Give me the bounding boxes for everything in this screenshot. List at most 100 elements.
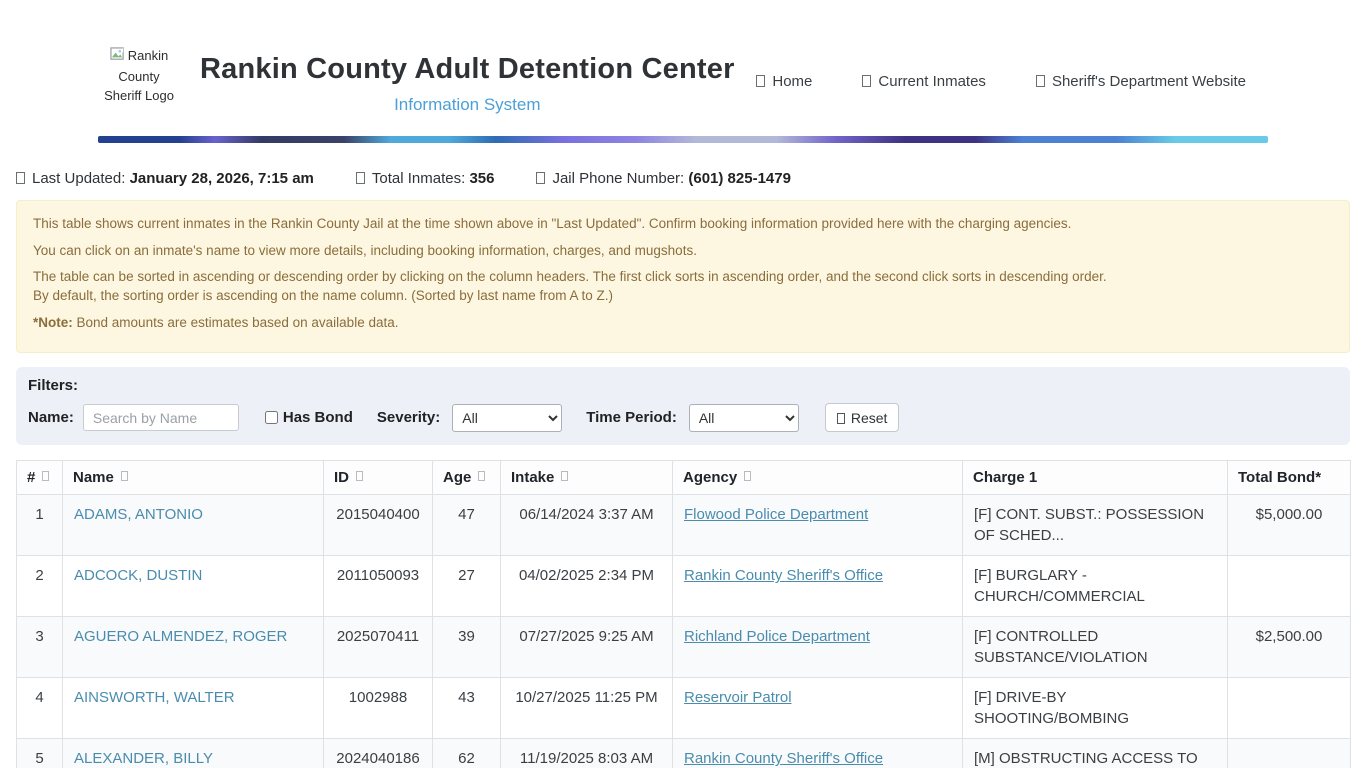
total-inmates: Total Inmates: 356 [356, 170, 495, 187]
agency-link[interactable]: Richland Police Department [684, 628, 870, 645]
phone-icon [536, 172, 545, 184]
col-header-agency[interactable]: Agency [673, 461, 963, 495]
sort-icon [561, 471, 568, 481]
sort-icon [42, 471, 49, 481]
nav-current-inmates[interactable]: Current Inmates [862, 73, 986, 90]
table-row: 1 ADAMS, ANTONIO 2015040400 47 06/14/202… [17, 495, 1351, 556]
time-period-select[interactable]: All [689, 404, 799, 432]
notice-line-3: The table can be sorted in ascending or … [33, 268, 1333, 305]
inmate-id: 2025070411 [324, 617, 433, 678]
clock-icon [16, 172, 25, 184]
agency-link[interactable]: Flowood Police Department [684, 506, 868, 523]
header-gradient-divider [98, 136, 1268, 143]
col-header-id[interactable]: ID [324, 461, 433, 495]
col-header-name[interactable]: Name [63, 461, 324, 495]
intake-datetime: 06/14/2024 3:37 AM [501, 495, 673, 556]
col-header-intake[interactable]: Intake [501, 461, 673, 495]
filter-bar: Filters: Name: Has Bond Severity: All Ti… [16, 367, 1350, 445]
agency-link[interactable]: Rankin County Sheriff's Office [684, 567, 883, 584]
row-number: 1 [17, 495, 63, 556]
nav-sheriff-website-label: Sheriff's Department Website [1052, 73, 1246, 90]
nav-home[interactable]: Home [756, 73, 812, 90]
notice-line-2: You can click on an inmate's name to vie… [33, 242, 1333, 261]
sort-icon [121, 471, 128, 481]
charge-1: [F] CONTROLLED SUBSTANCE/VIOLATION [963, 617, 1228, 678]
total-bond: $5,000.00 [1228, 495, 1351, 556]
info-bar: Last Updated: January 28, 2026, 7:15 am … [16, 170, 1350, 187]
inmates-icon [862, 75, 871, 87]
notice-line-1: This table shows current inmates in the … [33, 215, 1333, 234]
jail-phone: Jail Phone Number: (601) 825-1479 [536, 170, 790, 187]
notice-box: This table shows current inmates in the … [16, 200, 1350, 353]
table-row: 3 AGUERO ALMENDEZ, ROGER 2025070411 39 0… [17, 617, 1351, 678]
row-number: 5 [17, 739, 63, 768]
inmate-name-link[interactable]: ALEXANDER, BILLY [74, 750, 213, 767]
main-nav: Home Current Inmates Sheriff's Departmen… [756, 73, 1268, 90]
has-bond-group: Has Bond [265, 409, 353, 426]
nav-home-label: Home [772, 73, 812, 90]
charge-1: [M] OBSTRUCTING ACCESS TO EMERGENCY A... [963, 739, 1228, 768]
severity-select[interactable]: All [452, 404, 562, 432]
inmate-name-link[interactable]: ADCOCK, DUSTIN [74, 567, 202, 584]
filter-controls: Name: Has Bond Severity: All Time Period… [28, 403, 1338, 432]
sort-icon [478, 471, 485, 481]
reset-icon [837, 413, 845, 424]
charge-1: [F] BURGLARY - CHURCH/COMMERCIAL [963, 556, 1228, 617]
severity-label: Severity: [377, 409, 440, 426]
row-number: 2 [17, 556, 63, 617]
inmate-age: 62 [433, 739, 501, 768]
has-bond-checkbox[interactable] [265, 411, 278, 424]
row-number: 4 [17, 678, 63, 739]
inmate-name-link[interactable]: ADAMS, ANTONIO [74, 506, 203, 523]
page: Rankin County Sheriff Logo Rankin County… [0, 0, 1366, 768]
table-header-row: # Name ID Age Intake Agency Charge 1 Tot… [17, 461, 1351, 495]
inmate-age: 27 [433, 556, 501, 617]
sort-icon [744, 471, 751, 481]
inmate-age: 43 [433, 678, 501, 739]
has-bond-label: Has Bond [283, 409, 353, 426]
inmate-name-link[interactable]: AINSWORTH, WALTER [74, 689, 235, 706]
inmate-id: 2024040186 [324, 739, 433, 768]
agency-link[interactable]: Rankin County Sheriff's Office [684, 750, 883, 767]
nav-sheriff-website[interactable]: Sheriff's Department Website [1036, 73, 1246, 90]
inmate-table: # Name ID Age Intake Agency Charge 1 Tot… [16, 460, 1351, 768]
table-row: 4 AINSWORTH, WALTER 1002988 43 10/27/202… [17, 678, 1351, 739]
col-header-total-bond[interactable]: Total Bond* [1228, 461, 1351, 495]
inmate-table-wrap: # Name ID Age Intake Agency Charge 1 Tot… [16, 460, 1350, 768]
col-header-charge1: Charge 1 [963, 461, 1228, 495]
inmate-id: 1002988 [324, 678, 433, 739]
page-subtitle: Information System [200, 95, 735, 115]
intake-datetime: 04/02/2025 2:34 PM [501, 556, 673, 617]
inmate-id: 2011050093 [324, 556, 433, 617]
table-row: 2 ADCOCK, DUSTIN 2011050093 27 04/02/202… [17, 556, 1351, 617]
home-icon [756, 75, 765, 87]
agency-link[interactable]: Reservoir Patrol [684, 689, 792, 706]
intake-datetime: 10/27/2025 11:25 PM [501, 678, 673, 739]
col-header-age[interactable]: Age [433, 461, 501, 495]
table-row: 5 ALEXANDER, BILLY 2024040186 62 11/19/2… [17, 739, 1351, 768]
notice-note: *Note: Bond amounts are estimates based … [33, 314, 1333, 333]
intake-datetime: 11/19/2025 8:03 AM [501, 739, 673, 768]
inmate-id: 2015040400 [324, 495, 433, 556]
reset-filters-button[interactable]: Reset [825, 403, 900, 432]
name-search-input[interactable] [83, 404, 239, 431]
people-icon [356, 172, 365, 184]
total-bond [1228, 556, 1351, 617]
col-header-num[interactable]: # [17, 461, 63, 495]
jail-phone-value: (601) 825-1479 [688, 170, 791, 187]
charge-1: [F] CONT. SUBST.: POSSESSION OF SCHED... [963, 495, 1228, 556]
external-link-icon [1036, 75, 1045, 87]
page-title: Rankin County Adult Detention Center [200, 53, 735, 86]
broken-image-icon [110, 47, 125, 68]
name-filter-label: Name: [28, 409, 74, 426]
intake-datetime: 07/27/2025 9:25 AM [501, 617, 673, 678]
title-block: Rankin County Adult Detention Center Inf… [200, 53, 735, 131]
charge-1: [F] DRIVE-BY SHOOTING/BOMBING [963, 678, 1228, 739]
total-bond [1228, 678, 1351, 739]
last-updated-value: January 28, 2026, 7:15 am [130, 170, 314, 187]
last-updated: Last Updated: January 28, 2026, 7:15 am [16, 170, 314, 187]
nav-current-inmates-label: Current Inmates [878, 73, 986, 90]
site-header: Rankin County Sheriff Logo Rankin County… [98, 45, 1268, 131]
inmate-name-link[interactable]: AGUERO ALMENDEZ, ROGER [74, 628, 287, 645]
total-bond: $2,500.00 [1228, 617, 1351, 678]
